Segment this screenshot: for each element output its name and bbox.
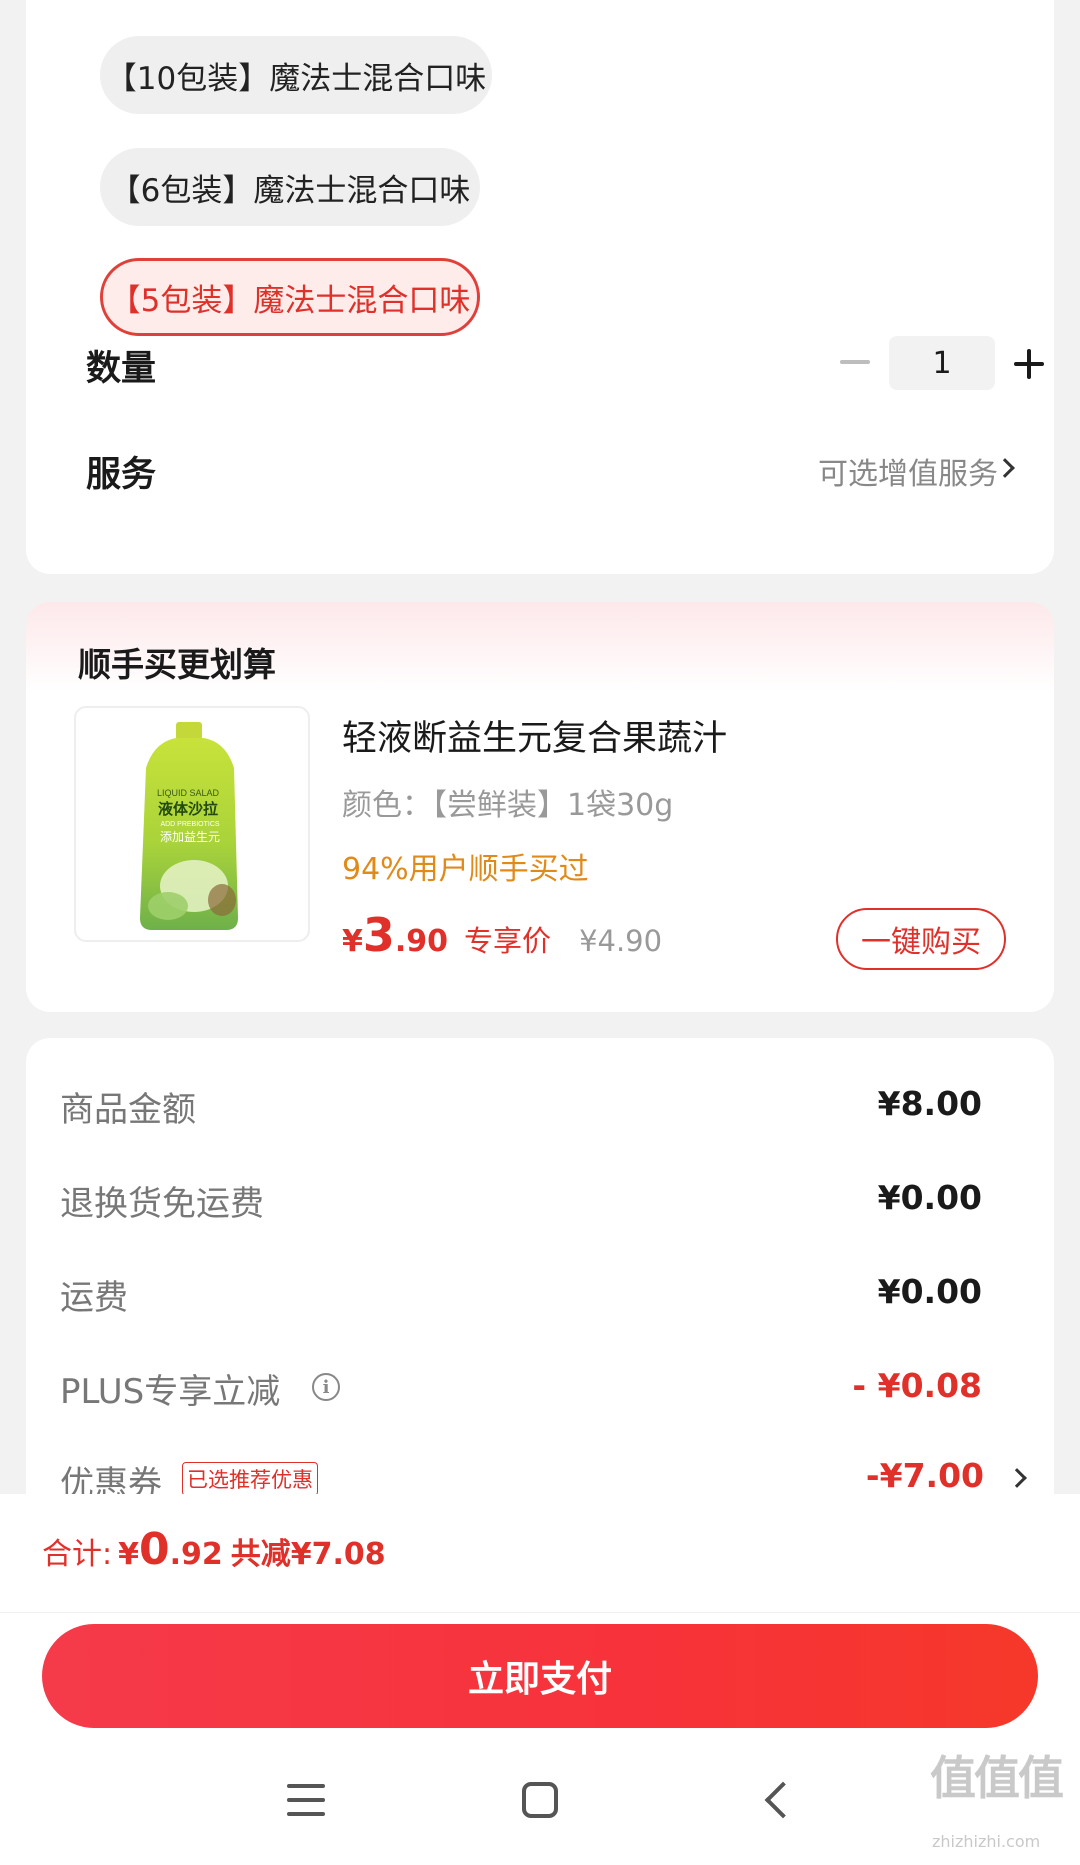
total-saving: 共减¥7.08 [230, 1537, 386, 1572]
thumb-brand: LIQUID SALAD [157, 788, 220, 798]
thumb-tag: 添加益生元 [160, 830, 220, 844]
bundle-product-image[interactable]: LIQUID SALAD 液体沙拉 ADD PREBIOTICS 添加益生元 [74, 706, 310, 942]
spec-card: 【10包装】魔法士混合口味 【6包装】魔法士混合口味 【5包装】魔法士混合口味 … [26, 0, 1054, 574]
juice-pouch-icon: LIQUID SALAD 液体沙拉 ADD PREBIOTICS 添加益生元 [140, 722, 238, 930]
price-decimal: .90 [394, 924, 449, 959]
fee-label-shipping: 运费 [60, 1278, 128, 1318]
watermark-url: zhizhizhi.com [932, 1832, 1041, 1851]
price-integer: 3 [362, 908, 395, 962]
total-label: 合计: [42, 1537, 113, 1572]
checkout-bottom-bar: 合计: ¥0.92 共减¥7.08 立即支付 值值值 zhizhizhi.com [0, 1494, 1080, 1865]
bundle-price: ¥3.90 专享价 ¥4.90 [342, 908, 662, 962]
watermark-logo: 值值值 [930, 1751, 1064, 1805]
price-tag: 专享价 [464, 924, 552, 958]
info-icon[interactable]: i [312, 1373, 340, 1401]
fee-label-plus-discount: PLUS专享立减 [60, 1372, 281, 1412]
service-label: 服务 [86, 455, 157, 495]
price-currency: ¥ [342, 924, 363, 959]
quantity-decrease-button[interactable] [840, 360, 870, 364]
quantity-label: 数量 [86, 349, 157, 389]
fee-value-plus-discount: - ¥0.08 [852, 1366, 982, 1405]
bundle-product-attribute: 颜色：【尝鲜装】1袋30g [342, 788, 674, 823]
chevron-right-icon[interactable] [1007, 1468, 1027, 1488]
divider [0, 1612, 1080, 1613]
nav-home-icon[interactable] [522, 1782, 558, 1818]
bundle-title: 顺手买更划算 [78, 645, 276, 684]
nav-back-icon[interactable] [764, 1781, 802, 1819]
fee-value-shipping: ¥0.00 [877, 1272, 982, 1311]
pay-now-button[interactable]: 立即支付 [42, 1624, 1038, 1728]
service-selector[interactable]: 可选增值服务 [818, 449, 998, 493]
total-integer: 0 [138, 1524, 170, 1575]
quantity-increase-button[interactable] [1014, 349, 1044, 379]
quantity-input[interactable]: 1 [889, 336, 995, 390]
checkout-page: 【10包装】魔法士混合口味 【6包装】魔法士混合口味 【5包装】魔法士混合口味 … [0, 0, 1080, 1865]
one-click-buy-button[interactable]: 一键购买 [836, 908, 1006, 970]
fee-value-goods: ¥8.00 [877, 1084, 982, 1123]
order-total: 合计: ¥0.92 共减¥7.08 [42, 1524, 386, 1575]
bundle-bought-rate: 94%用户顺手买过 [342, 852, 589, 887]
spec-option-10-pack[interactable]: 【10包装】魔法士混合口味 [100, 36, 492, 114]
thumb-name: 液体沙拉 [158, 800, 218, 818]
chevron-right-icon [995, 458, 1015, 478]
total-decimal: .92 [169, 1537, 223, 1572]
total-currency: ¥ [118, 1537, 139, 1572]
thumb-sub: ADD PREBIOTICS [160, 821, 219, 828]
bundle-product-name[interactable]: 轻液断益生元复合果蔬汁 [342, 710, 727, 761]
price-breakdown-card: 商品金额 ¥8.00 退换货免运费 ¥0.00 运费 ¥0.00 PLUS专享立… [26, 1038, 1054, 1538]
bundle-card: 顺手买更划算 LIQUID SALAD 液体沙拉 ADD PREBIOTICS [26, 602, 1054, 1012]
spec-option-5-pack-selected[interactable]: 【5包装】魔法士混合口味 [100, 258, 480, 336]
fee-label-goods: 商品金额 [60, 1090, 196, 1130]
coupon-recommended-badge: 已选推荐优惠 [182, 1462, 318, 1496]
original-price: ¥4.90 [579, 924, 663, 958]
fee-value-coupon[interactable]: -¥7.00 [866, 1456, 984, 1495]
nav-recent-apps-icon[interactable] [287, 1784, 325, 1816]
fee-value-return-shipping: ¥0.00 [877, 1178, 982, 1217]
fee-label-return-shipping: 退换货免运费 [60, 1184, 264, 1224]
spec-option-6-pack[interactable]: 【6包装】魔法士混合口味 [100, 148, 480, 226]
